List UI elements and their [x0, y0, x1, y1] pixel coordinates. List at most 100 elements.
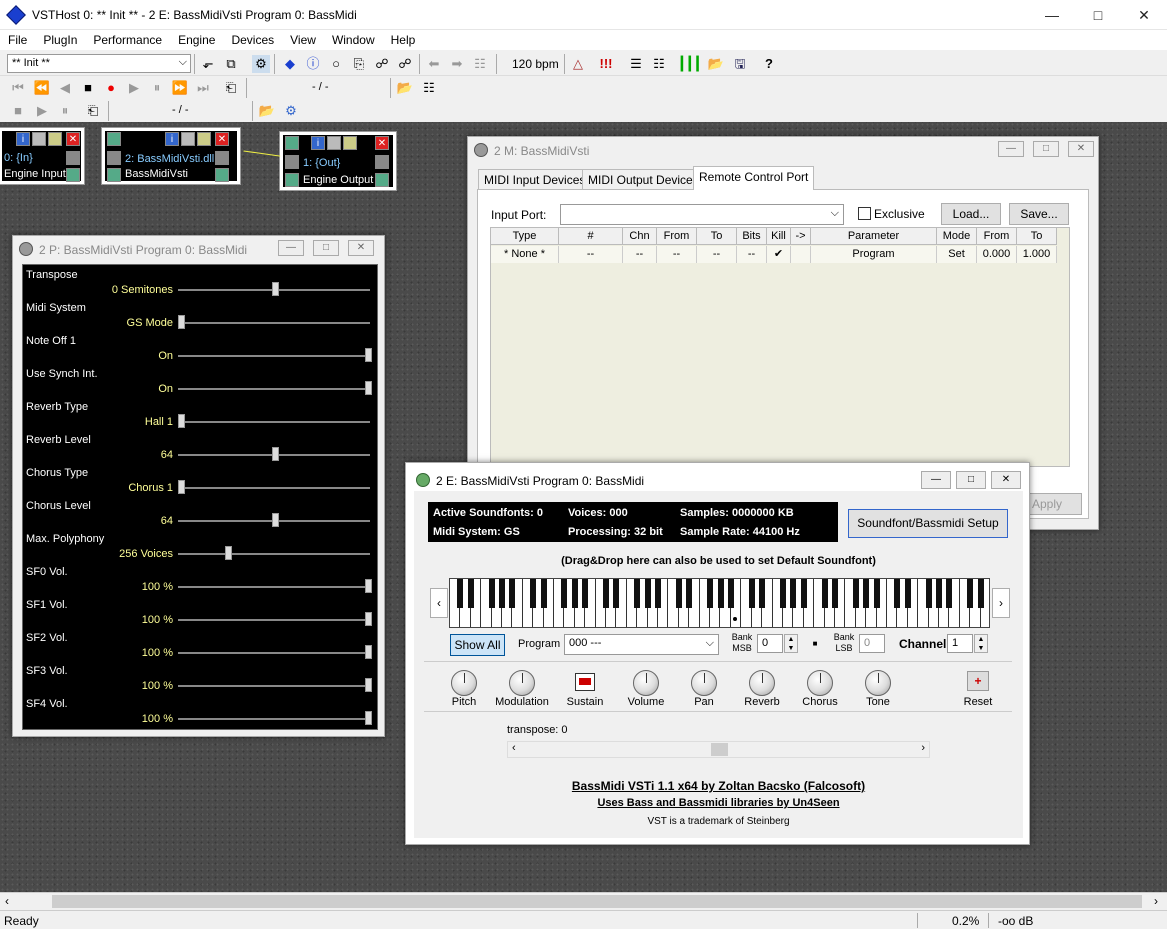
keyboard-icon[interactable]: ☰ [627, 55, 645, 73]
menu-help[interactable]: Help [383, 30, 424, 47]
grid-header[interactable]: To [697, 228, 737, 245]
save-button[interactable]: Save... [1009, 203, 1069, 225]
sync-icon[interactable] [285, 173, 299, 187]
grid-cell[interactable]: -- [623, 246, 657, 263]
parameter-slider[interactable] [178, 619, 370, 621]
info-icon[interactable]: ⓘ [304, 55, 322, 73]
parameter-slider[interactable] [178, 586, 370, 588]
minimize-button[interactable]: — [1029, 0, 1075, 30]
black-key[interactable] [530, 579, 537, 608]
chevron-left-icon[interactable]: ‹ [512, 742, 516, 754]
parameter-row[interactable]: SF1 Vol. 100 % [23, 597, 379, 630]
black-key[interactable] [873, 579, 880, 608]
stop-icon[interactable]: ■ [79, 79, 97, 97]
parameter-row[interactable]: SF0 Vol. 100 % [23, 564, 379, 597]
pause-wave-icon[interactable]: ⏸ [56, 102, 74, 120]
grid-cell[interactable]: -- [559, 246, 623, 263]
plugin-block[interactable]: i ✕ 2: BassMidiVsti.dll BassMidiVsti [101, 127, 241, 185]
black-key[interactable] [561, 579, 568, 608]
slider-thumb[interactable] [365, 348, 372, 362]
grid-cell[interactable] [791, 246, 811, 263]
sustain-toggle[interactable] [575, 673, 595, 691]
tab-midi-output-devices[interactable]: MIDI Output Devices [582, 169, 705, 190]
open-folder-icon[interactable]: 📂 [707, 55, 725, 73]
black-key[interactable] [759, 579, 766, 608]
slider-thumb[interactable] [178, 480, 185, 494]
parameter-slider[interactable] [178, 421, 370, 423]
grid-cell[interactable]: Set [937, 246, 977, 263]
performance-select[interactable]: ** Init ** ⌵ [7, 54, 191, 73]
help-icon[interactable]: ? [760, 55, 778, 73]
parameter-slider[interactable] [178, 652, 370, 654]
export-wave-icon[interactable]: ⎗ [84, 102, 102, 120]
slider-thumb[interactable] [365, 711, 372, 725]
bpm-display[interactable]: 120 bpm [512, 57, 559, 71]
stack-icon[interactable]: ☷ [471, 55, 489, 73]
play-wave-icon[interactable]: ▶ [33, 102, 51, 120]
metronome-icon[interactable]: △ [569, 55, 587, 73]
grid-cell[interactable]: Program [811, 246, 937, 263]
grid-header[interactable]: Chn [623, 228, 657, 245]
slider-thumb[interactable] [365, 678, 372, 692]
grid-cell[interactable]: -- [657, 246, 697, 263]
black-key[interactable] [467, 579, 474, 608]
minimize-button[interactable]: — [998, 141, 1024, 157]
scroll-thumb[interactable] [52, 895, 1142, 908]
chorus-knob[interactable] [807, 670, 833, 696]
program-select[interactable]: 000 --- ⌵ [564, 634, 719, 655]
black-key[interactable] [603, 579, 610, 608]
mapping-grid[interactable]: Type * None * # -- Chn -- From -- To -- Bits -- Kill… [490, 227, 1070, 467]
pitch-knob[interactable] [451, 670, 477, 696]
credit-link[interactable]: BassMidi VSTi 1.1 x64 by Zoltan Bacsko (… [414, 779, 1023, 793]
link-icon[interactable]: ☍ [373, 55, 391, 73]
bypass-icon[interactable] [327, 136, 341, 150]
chevron-right-icon[interactable]: › [1154, 894, 1158, 908]
black-key[interactable] [852, 579, 859, 608]
black-key[interactable] [686, 579, 693, 608]
black-key[interactable] [779, 579, 786, 608]
black-key[interactable] [707, 579, 714, 608]
midi-window-titlebar[interactable]: 2 M: BassMidiVsti — □ ✕ [468, 137, 1098, 163]
edit-icon[interactable] [48, 132, 62, 146]
arrow-right-icon[interactable]: ➡ [448, 55, 466, 73]
black-key[interactable] [582, 579, 589, 608]
info-icon[interactable]: i [16, 132, 30, 146]
midi-icon[interactable] [107, 151, 121, 165]
grid-header[interactable]: From [977, 228, 1017, 245]
stop-wave-icon[interactable]: ■ [9, 102, 27, 120]
maximize-button[interactable]: □ [1033, 141, 1059, 157]
black-key[interactable] [457, 579, 464, 608]
black-key[interactable] [800, 579, 807, 608]
grid-cell[interactable]: 1.000 [1017, 246, 1057, 263]
tone-knob[interactable] [865, 670, 891, 696]
menu-file[interactable]: File [0, 30, 35, 47]
play-icon[interactable]: ▶ [125, 79, 143, 97]
grid-header[interactable]: -> [791, 228, 811, 245]
grid-cell[interactable]: -- [737, 246, 767, 263]
midi-out-icon[interactable] [215, 151, 229, 165]
grid-cell[interactable]: 0.000 [977, 246, 1017, 263]
black-key[interactable] [790, 579, 797, 608]
grid-header[interactable]: Kill [767, 228, 791, 245]
edit-icon[interactable] [197, 132, 211, 146]
parameter-slider[interactable] [178, 685, 370, 687]
grid-cell[interactable]: -- [697, 246, 737, 263]
parameter-row[interactable]: SF4 Vol. 100 % [23, 696, 379, 729]
step-back-icon[interactable]: ◀ [56, 79, 74, 97]
midi-settings-icon[interactable]: ☷ [420, 79, 438, 97]
volume-knob[interactable] [633, 670, 659, 696]
black-key[interactable] [894, 579, 901, 608]
menu-engine[interactable]: Engine [170, 30, 223, 47]
octave-right-button[interactable]: › [992, 588, 1010, 618]
menu-performance[interactable]: Performance [85, 30, 170, 47]
parameter-slider[interactable] [178, 487, 370, 489]
soundfont-setup-button[interactable]: Soundfont/Bassmidi Setup [848, 509, 1008, 538]
pause-icon[interactable]: ⏸ [148, 79, 166, 97]
close-button[interactable]: ✕ [1068, 141, 1094, 157]
grid-cell[interactable]: ✔ [767, 246, 791, 263]
menu-view[interactable]: View [282, 30, 324, 47]
grid-header[interactable]: # [559, 228, 623, 245]
info-icon[interactable]: i [311, 136, 325, 150]
parameter-slider[interactable] [178, 322, 370, 324]
black-key[interactable] [509, 579, 516, 608]
